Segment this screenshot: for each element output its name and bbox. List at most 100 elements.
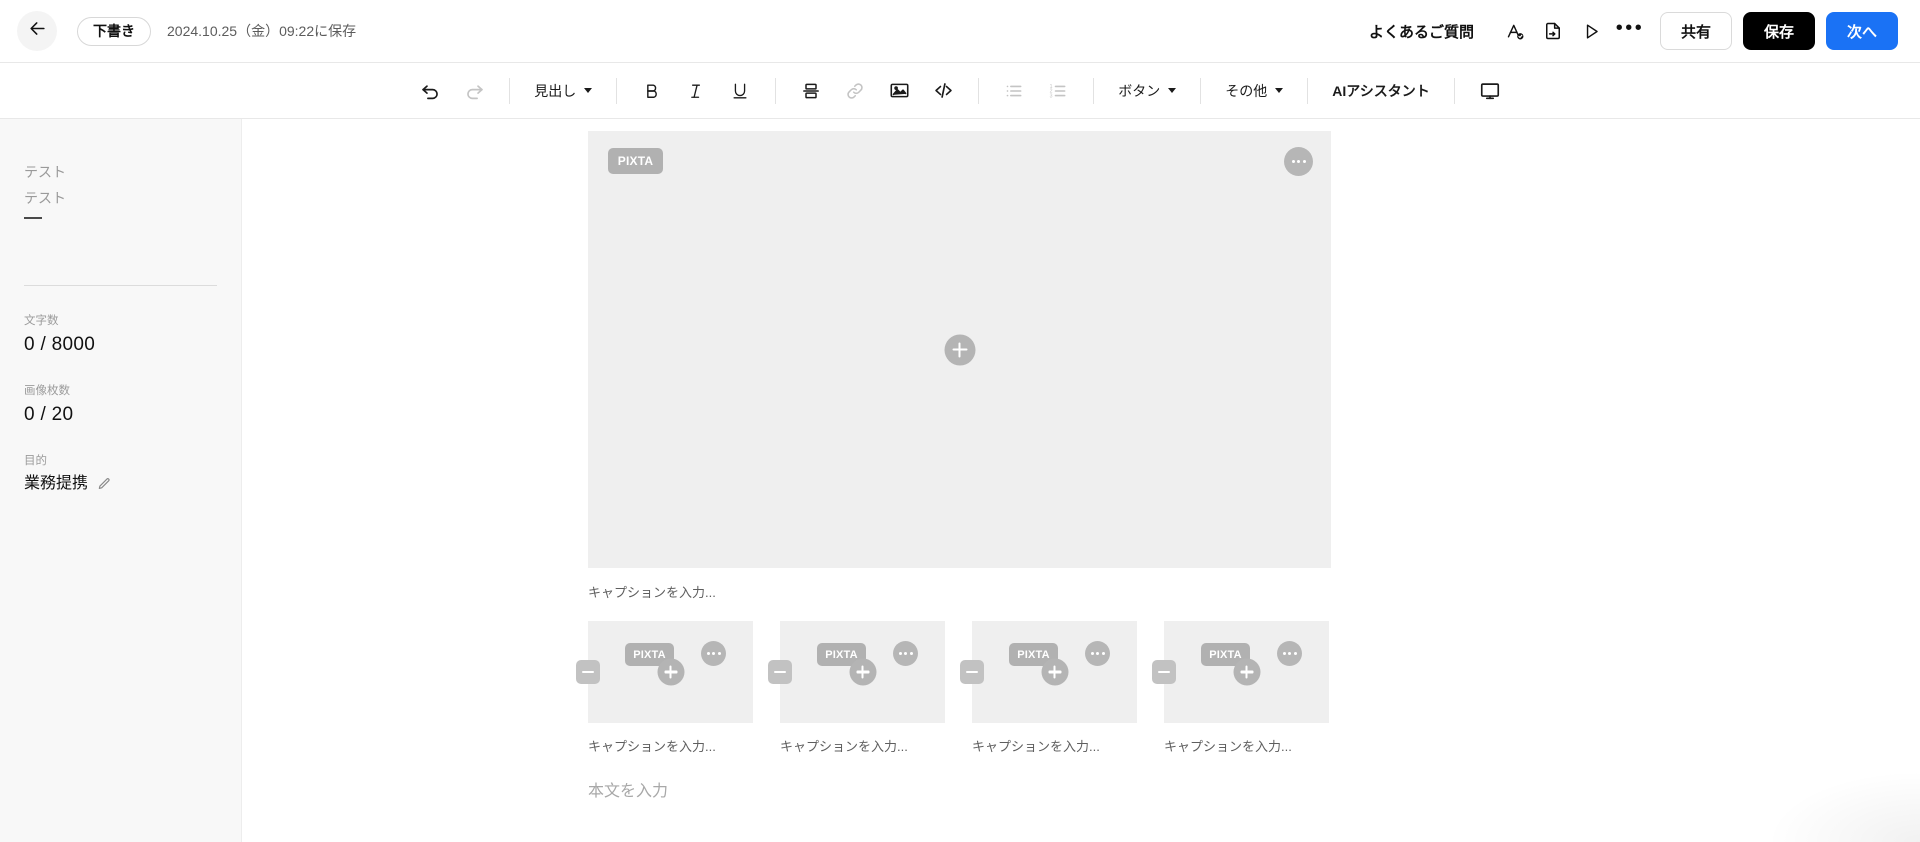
italic-icon[interactable] <box>677 72 715 110</box>
chevron-down-icon <box>1275 88 1284 93</box>
button-dropdown-label: ボタン <box>1118 82 1161 99</box>
stat-image-count: 画像枚数 0 / 20 <box>0 382 241 430</box>
file-export-icon[interactable] <box>1534 12 1572 50</box>
ellipsis-icon <box>1291 160 1306 163</box>
monitor-icon[interactable] <box>1471 72 1509 110</box>
document-body: PIXTA キャプションを入力... PIXTA キャプションを入力... PI… <box>576 131 1331 805</box>
stat-character-count: 文字数 0 / 8000 <box>0 312 241 360</box>
faq-link[interactable]: よくあるご質問 <box>1369 21 1474 42</box>
thumbnail-caption-input[interactable]: キャプションを入力... <box>972 723 1137 757</box>
hero-image-placeholder[interactable]: PIXTA <box>588 131 1331 568</box>
arrow-left-icon <box>28 19 47 43</box>
toolbar-divider <box>1200 77 1202 104</box>
toolbar-divider <box>616 77 618 104</box>
header-actions: よくあるご質問 ••• 共有 保存 次へ <box>1369 12 1920 50</box>
chevron-down-icon <box>1168 88 1177 93</box>
thumbnail-add-button[interactable] <box>1041 658 1068 686</box>
thumbnail-add-button[interactable] <box>849 658 876 686</box>
toolbar-divider <box>978 77 980 104</box>
thumbnail-more-button[interactable] <box>1277 641 1302 666</box>
thumbnail-more-button[interactable] <box>893 641 918 666</box>
bullet-list-icon[interactable] <box>995 72 1033 110</box>
share-button[interactable]: 共有 <box>1660 12 1732 50</box>
thumbnail-item: PIXTA キャプションを入力... <box>960 621 1137 757</box>
chevron-down-icon <box>584 88 593 93</box>
link-icon[interactable] <box>836 72 874 110</box>
back-button[interactable] <box>17 11 57 51</box>
editor-canvas: PIXTA キャプションを入力... PIXTA キャプションを入力... PI… <box>243 119 1920 842</box>
heading-dropdown[interactable]: 見出し <box>523 74 603 108</box>
purpose-section: 目的 業務提携 <box>0 452 241 498</box>
thumbnail-add-button[interactable] <box>657 658 684 686</box>
ellipsis-icon <box>1282 652 1297 655</box>
thumbnail-caption-input[interactable]: キャプションを入力... <box>588 723 753 757</box>
hero-caption-input[interactable]: キャプションを入力... <box>588 568 1331 603</box>
thumbnail-item: PIXTA キャプションを入力... <box>576 621 753 757</box>
pencil-icon[interactable] <box>97 477 111 491</box>
sidebar-item-outline-1[interactable]: テスト <box>0 185 241 211</box>
minus-icon <box>1158 670 1170 674</box>
toolbar-divider <box>1307 77 1309 104</box>
preview-play-icon[interactable] <box>1572 12 1610 50</box>
thumbnail-row: PIXTA キャプションを入力... PIXTA キャプションを入力... PI… <box>576 621 1331 757</box>
thumbnail-more-button[interactable] <box>1085 641 1110 666</box>
toolbar-divider <box>1093 77 1095 104</box>
numbered-list-icon[interactable]: 1 2 3 <box>1039 72 1077 110</box>
hero-image-add-button[interactable] <box>944 334 975 365</box>
ellipsis-icon <box>706 652 721 655</box>
last-saved-text: 2024.10.25（金）09:22に保存 <box>167 23 357 39</box>
horizontal-divider-icon[interactable] <box>792 72 830 110</box>
ellipsis-icon <box>898 652 913 655</box>
stat-label: 画像枚数 <box>24 385 70 397</box>
other-dropdown-label: その他 <box>1225 82 1268 99</box>
save-button[interactable]: 保存 <box>1743 12 1815 50</box>
svg-text:3: 3 <box>1050 93 1053 99</box>
toolbar-divider <box>1453 77 1455 104</box>
thumbnail-placeholder[interactable]: PIXTA <box>960 621 1137 723</box>
ellipsis-icon <box>1090 652 1105 655</box>
thumbnail-remove-button[interactable] <box>768 660 792 684</box>
thumbnail-remove-button[interactable] <box>1152 660 1176 684</box>
thumbnail-add-button[interactable] <box>1233 658 1260 686</box>
sidebar-divider <box>24 285 217 286</box>
hero-image-more-button[interactable] <box>1284 147 1313 176</box>
underline-icon[interactable] <box>721 72 759 110</box>
outline-sidebar: テスト テスト 文字数 0 / 8000 画像枚数 0 / 20 目的 業務提携 <box>0 119 242 842</box>
other-dropdown[interactable]: その他 <box>1214 74 1294 108</box>
toolbar-divider <box>775 77 777 104</box>
heading-dropdown-label: 見出し <box>534 82 577 99</box>
thumbnail-remove-button[interactable] <box>576 660 600 684</box>
stat-value: 0 / 20 <box>24 404 74 425</box>
sidebar-item-outline-0[interactable]: テスト <box>0 159 241 185</box>
minus-icon <box>774 670 786 674</box>
thumbnail-remove-button[interactable] <box>960 660 984 684</box>
spellcheck-icon[interactable] <box>1496 12 1534 50</box>
thumbnail-placeholder[interactable]: PIXTA <box>768 621 945 723</box>
thumbnail-placeholder[interactable]: PIXTA <box>1152 621 1329 723</box>
thumbnail-item: PIXTA キャプションを入力... <box>768 621 945 757</box>
redo-icon[interactable] <box>455 72 493 110</box>
pixta-badge: PIXTA <box>608 148 663 174</box>
formatting-toolbar: 見出し 1 2 3 ボタン その他 AIアシスタント <box>0 63 1920 119</box>
more-options-button[interactable]: ••• <box>1610 12 1650 50</box>
ai-assistant-button[interactable]: AIアシスタント <box>1321 74 1440 108</box>
purpose-label: 目的 <box>24 455 47 467</box>
thumbnail-item: PIXTA キャプションを入力... <box>1152 621 1329 757</box>
thumbnail-more-button[interactable] <box>701 641 726 666</box>
body-text-input[interactable]: 本文を入力 <box>588 779 1331 805</box>
purpose-value: 業務提携 <box>24 475 89 492</box>
minus-icon <box>582 670 594 674</box>
minus-icon <box>966 670 978 674</box>
button-insert-dropdown[interactable]: ボタン <box>1107 74 1187 108</box>
thumbnail-placeholder[interactable]: PIXTA <box>576 621 753 723</box>
code-icon[interactable] <box>924 72 962 110</box>
thumbnail-caption-input[interactable]: キャプションを入力... <box>1164 723 1329 757</box>
image-icon[interactable] <box>880 72 918 110</box>
undo-icon[interactable] <box>411 72 449 110</box>
app-header: 下書き 2024.10.25（金）09:22に保存 よくあるご質問 ••• 共有 <box>0 0 1920 63</box>
status-badge-draft[interactable]: 下書き <box>77 16 151 46</box>
thumbnail-caption-input[interactable]: キャプションを入力... <box>780 723 945 757</box>
bottom-right-overlay-shadow <box>1770 772 1920 842</box>
next-button[interactable]: 次へ <box>1826 12 1898 50</box>
bold-icon[interactable] <box>633 72 671 110</box>
